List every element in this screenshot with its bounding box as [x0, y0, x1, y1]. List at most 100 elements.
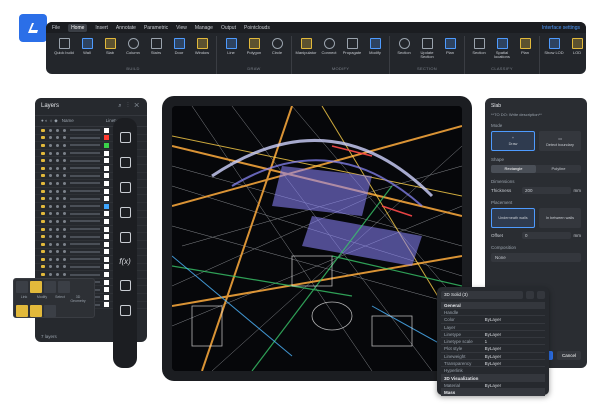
freeze-icon[interactable]	[56, 197, 59, 201]
freeze-icon[interactable]	[56, 257, 59, 261]
menu-output[interactable]: Output	[221, 25, 236, 31]
property-value[interactable]: ByLayer	[485, 316, 545, 322]
visibility-icon[interactable]	[49, 143, 52, 147]
tool-4-1[interactable]: Spatial locations	[492, 36, 512, 60]
lock-icon[interactable]	[63, 265, 66, 269]
visibility-icon[interactable]	[49, 265, 52, 269]
interface-settings-link[interactable]: Interface settings	[542, 25, 580, 31]
thickness-input[interactable]: 200	[522, 187, 571, 194]
property-value[interactable]: 1	[485, 338, 545, 344]
layers-actions-icon[interactable]: ⌕ ⋮ ✕	[118, 103, 141, 110]
material-value[interactable]: ByLayer	[485, 382, 545, 388]
shape-polyline[interactable]: Polyline	[536, 165, 581, 173]
flow-icon[interactable]	[119, 232, 131, 243]
placement-underneath-button[interactable]: Underneath walls	[491, 208, 535, 228]
menu-parametric[interactable]: Parametric	[144, 25, 168, 31]
tool-0-3[interactable]: Column	[123, 36, 143, 55]
lock-icon[interactable]	[63, 151, 66, 155]
layer-color-swatch[interactable]	[104, 241, 109, 247]
visibility-icon[interactable]	[49, 250, 52, 254]
freeze-icon[interactable]	[56, 204, 59, 208]
visibility-icon[interactable]	[49, 219, 52, 223]
freeze-icon[interactable]	[56, 227, 59, 231]
tool-5-1[interactable]: LOD	[567, 36, 586, 55]
menu-home[interactable]: Home	[68, 23, 88, 32]
lock-icon[interactable]	[63, 174, 66, 178]
lock-icon[interactable]	[63, 159, 66, 163]
mass-category[interactable]: Mass	[441, 388, 545, 396]
lock-icon[interactable]	[63, 166, 66, 170]
freeze-icon[interactable]	[56, 143, 59, 147]
geometry-tool-icon[interactable]	[58, 281, 70, 293]
tool-2-0[interactable]: Manipulator	[296, 36, 316, 55]
visibility-icon[interactable]	[49, 136, 52, 140]
freeze-icon[interactable]	[56, 273, 59, 277]
tool-0-6[interactable]: Window	[192, 36, 212, 55]
tool-1-2[interactable]: Circle	[267, 36, 287, 55]
layer-color-swatch[interactable]	[104, 234, 109, 240]
lock-icon[interactable]	[63, 128, 66, 132]
visibility-icon[interactable]	[49, 242, 52, 246]
lock-icon[interactable]	[63, 189, 66, 193]
visibility-icon[interactable]	[49, 273, 52, 277]
col-name[interactable]: Name	[62, 118, 102, 124]
layer-color-swatch[interactable]	[104, 165, 109, 171]
lock-icon[interactable]	[63, 235, 66, 239]
property-value[interactable]: ByLayer	[485, 331, 545, 337]
layer-color-swatch[interactable]	[104, 264, 109, 270]
lock-icon[interactable]	[63, 250, 66, 254]
layer-color-swatch[interactable]	[104, 302, 109, 308]
tool-4-0[interactable]: Section	[469, 36, 489, 55]
layer-color-swatch[interactable]	[104, 150, 109, 156]
tool-3-2[interactable]: Plan	[440, 36, 460, 55]
tool-0-1[interactable]: Wall	[77, 36, 97, 55]
visibility-icon[interactable]	[49, 189, 52, 193]
layer-color-swatch[interactable]	[104, 218, 109, 224]
freeze-icon[interactable]	[56, 265, 59, 269]
function-icon[interactable]: f(x)	[119, 257, 131, 266]
property-value[interactable]	[485, 324, 545, 330]
visibility-icon[interactable]	[49, 235, 52, 239]
layer-color-swatch[interactable]	[104, 180, 109, 186]
lock-icon[interactable]	[63, 204, 66, 208]
visibility-icon[interactable]	[49, 166, 52, 170]
lock-icon[interactable]	[63, 273, 66, 277]
visualization-category[interactable]: 3D Visualization	[441, 374, 545, 382]
freeze-icon[interactable]	[56, 235, 59, 239]
menu-pointclouds[interactable]: Pointclouds	[244, 25, 270, 31]
tool-0-4[interactable]: Stairs	[146, 36, 166, 55]
visibility-icon[interactable]	[49, 197, 52, 201]
layer-color-swatch[interactable]	[104, 226, 109, 232]
menu-annotate[interactable]: Annotate	[116, 25, 136, 31]
lock-icon[interactable]	[63, 227, 66, 231]
composition-select[interactable]: None	[491, 253, 581, 262]
shape-rectangle[interactable]: Rectangle	[491, 165, 536, 173]
quick-select-icon[interactable]	[526, 291, 534, 299]
more-icon[interactable]	[44, 305, 56, 317]
freeze-icon[interactable]	[56, 242, 59, 246]
mode-boundary-button[interactable]: ▭ Detect boundary	[539, 131, 581, 151]
visibility-icon[interactable]	[49, 181, 52, 185]
layers-icon[interactable]	[119, 207, 131, 218]
freeze-icon[interactable]	[56, 136, 59, 140]
lock-icon[interactable]	[63, 212, 66, 216]
layer-color-swatch[interactable]	[104, 249, 109, 255]
cube-icon[interactable]	[119, 182, 131, 193]
visibility-icon[interactable]	[49, 257, 52, 261]
lock-icon[interactable]	[63, 219, 66, 223]
link-tool-icon[interactable]	[16, 281, 28, 293]
visibility-icon[interactable]	[49, 159, 52, 163]
sun-icon[interactable]	[119, 157, 131, 168]
layer-color-swatch[interactable]	[104, 287, 109, 293]
property-value[interactable]	[485, 367, 545, 373]
lock-icon[interactable]	[63, 136, 66, 140]
mode-draw-button[interactable]: + Draw	[491, 131, 535, 151]
cancel-button[interactable]: Cancel	[556, 351, 581, 360]
tool-3-0[interactable]: Section	[394, 36, 414, 55]
sliders-icon[interactable]	[119, 132, 131, 143]
tool-3-1[interactable]: Update Section	[417, 36, 437, 60]
lock-icon[interactable]	[63, 143, 66, 147]
tool-1-0[interactable]: Line	[221, 36, 241, 55]
layer-color-swatch[interactable]	[104, 294, 109, 300]
freeze-icon[interactable]	[56, 174, 59, 178]
